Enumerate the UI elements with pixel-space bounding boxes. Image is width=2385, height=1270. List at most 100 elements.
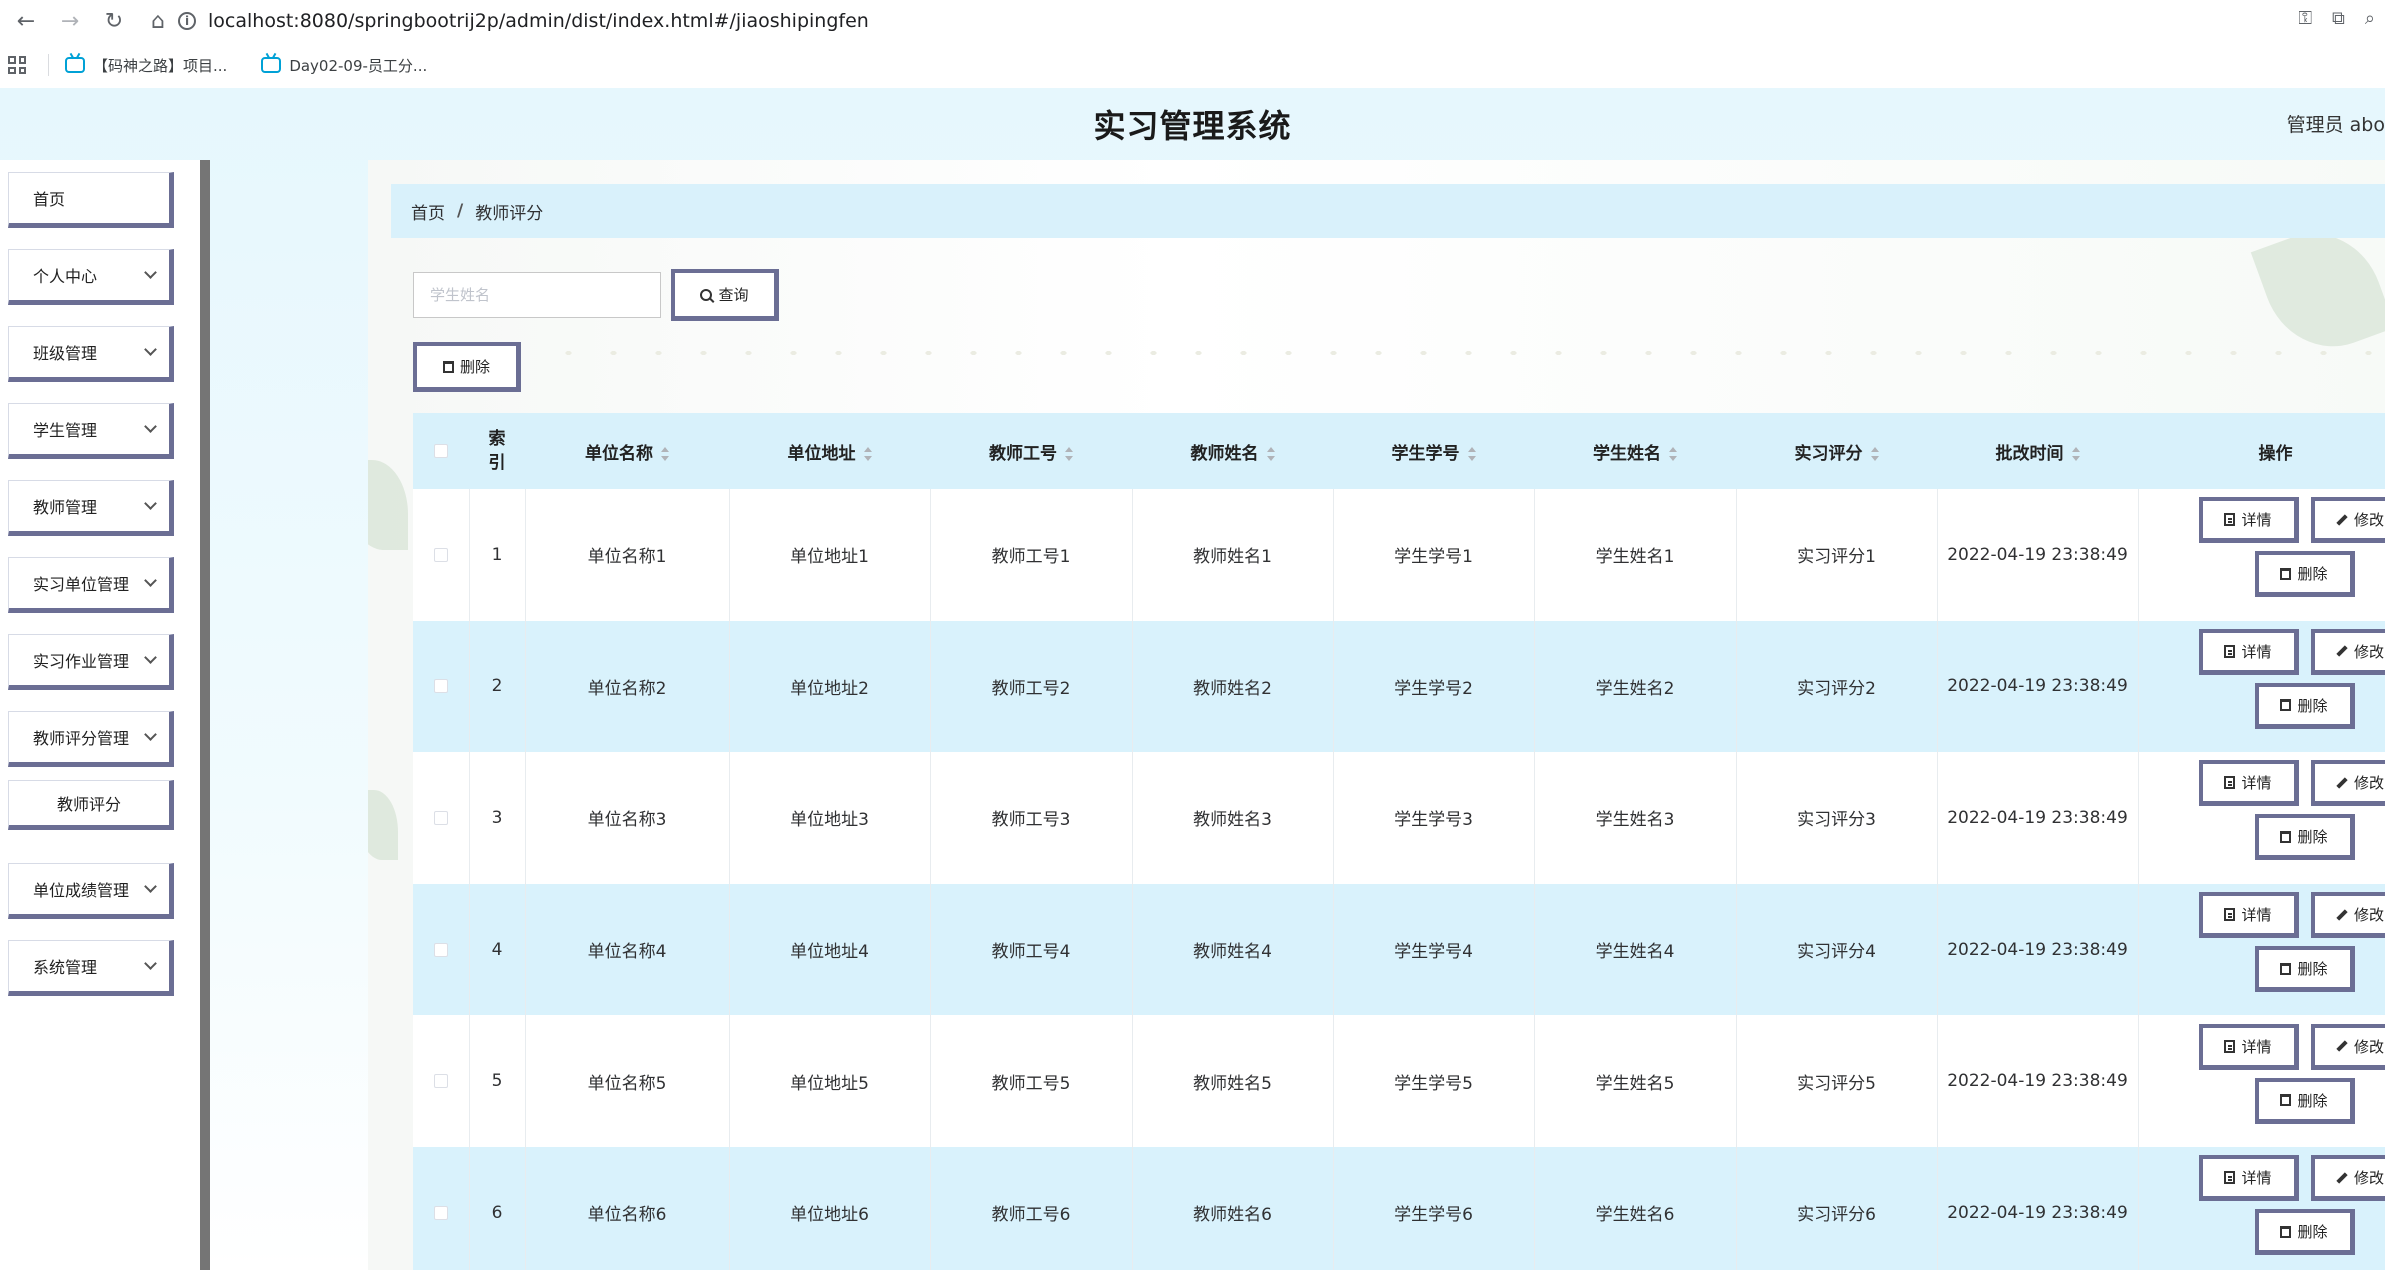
bookmark-item[interactable]: 【码神之路】项目... [65, 55, 227, 76]
row-checkbox[interactable] [433, 547, 448, 562]
row-checkbox[interactable] [433, 1074, 448, 1089]
bookmark-item[interactable]: Day02-09-员工分... [261, 55, 427, 76]
sidebar-item-personal-center[interactable]: 个人中心 [8, 249, 174, 305]
row-checkbox[interactable] [433, 679, 448, 694]
edit-button[interactable]: 修改 [2310, 497, 2385, 544]
sidebar-item-system-management[interactable]: 系统管理 [8, 940, 174, 996]
sidebar-item-teacher-score-management[interactable]: 教师评分管理 [8, 711, 174, 767]
search-button[interactable]: 查询 [671, 269, 779, 321]
edit-button[interactable]: 修改 [2310, 1155, 2385, 1202]
detail-button[interactable]: 详情 [2198, 892, 2299, 939]
edit-button[interactable]: 修改 [2310, 628, 2385, 675]
home-icon[interactable]: ⌂ [140, 3, 176, 39]
table-row[interactable]: 2 单位名称2 单位地址2 教师工号2 教师姓名2 学生学号2 学生姓名2 实习评分2 2022… [413, 620, 2385, 753]
column-header-unit-name[interactable]: 单位名称 [525, 413, 729, 489]
address-bar[interactable]: i localhost:8080/springbootrij2p/admin/d… [178, 4, 869, 38]
breadcrumb-home[interactable]: 首页 [411, 199, 445, 224]
row-select-cell[interactable] [413, 620, 470, 753]
column-header-score[interactable]: 实习评分 [1736, 413, 1937, 489]
cell-student-no: 学生学号6 [1333, 1146, 1535, 1270]
detail-button[interactable]: 详情 [2198, 628, 2299, 675]
zoom-icon[interactable]: ⌕ [2365, 8, 2375, 29]
edit-button[interactable]: 修改 [2310, 1023, 2385, 1070]
table-row[interactable]: 4 单位名称4 单位地址4 教师工号4 教师姓名4 学生学号4 学生姓名4 实习评分4 2022… [413, 883, 2385, 1016]
row-select-cell[interactable] [413, 489, 470, 621]
bookmark-label: 【码神之路】项目... [93, 56, 228, 75]
cell-student-name: 学生姓名2 [1534, 620, 1737, 753]
url-text[interactable]: localhost:8080/springbootrij2p/admin/dis… [208, 10, 869, 32]
select-all-cell[interactable] [413, 413, 469, 489]
column-header-teacher-no[interactable]: 教师工号 [930, 413, 1132, 489]
column-header-teacher-name[interactable]: 教师姓名 [1132, 413, 1333, 489]
apps-grid-icon[interactable] [8, 56, 26, 74]
reload-icon[interactable]: ↻ [96, 3, 132, 39]
detail-button[interactable]: 详情 [2198, 497, 2299, 544]
row-delete-button[interactable]: 删除 [2254, 1077, 2355, 1124]
column-header-unit-address[interactable]: 单位地址 [729, 413, 930, 489]
row-select-cell[interactable] [413, 883, 470, 1016]
row-delete-button[interactable]: 删除 [2254, 1209, 2355, 1256]
sort-icon[interactable] [1065, 446, 1073, 461]
row-delete-button[interactable]: 删除 [2254, 551, 2355, 598]
table-row[interactable]: 3 单位名称3 单位地址3 教师工号3 教师姓名3 学生学号3 学生姓名3 实习评分3 2022… [413, 752, 2385, 884]
edit-button[interactable]: 修改 [2310, 892, 2385, 939]
row-checkbox[interactable] [433, 942, 448, 957]
detail-button[interactable]: 详情 [2198, 1155, 2299, 1202]
edit-button-label: 修改 [2353, 642, 2384, 661]
cell-teacher-name: 教师姓名3 [1132, 752, 1334, 884]
row-select-cell[interactable] [413, 1146, 470, 1270]
app-header: 实习管理系统 管理员 abo [0, 88, 2385, 160]
detail-button[interactable]: 详情 [2198, 760, 2299, 807]
sort-icon[interactable] [661, 446, 669, 461]
row-delete-button[interactable]: 删除 [2254, 946, 2355, 993]
sort-icon[interactable] [1467, 446, 1476, 461]
cell-time: 2022-04-19 23:38:49 [1937, 1146, 2139, 1270]
row-checkbox[interactable] [433, 1205, 448, 1220]
forward-icon[interactable]: → [52, 3, 88, 39]
sidebar: 首页 个人中心 班级管理 学生管理 教师管理 实习单位管理 实习作业管理 教师评… [0, 160, 210, 1270]
sidebar-item-class-management[interactable]: 班级管理 [8, 326, 174, 382]
cell-unit-name: 单位名称5 [525, 1015, 730, 1147]
sidebar-item-label: 教师管理 [33, 498, 98, 517]
translate-icon[interactable]: ⧉ [2332, 8, 2345, 29]
sort-icon[interactable] [1870, 446, 1879, 461]
trash-icon [442, 360, 454, 373]
sort-icon[interactable] [1669, 446, 1677, 461]
row-select-cell[interactable] [413, 1015, 470, 1147]
table-row[interactable]: 6 单位名称6 单位地址6 教师工号6 教师姓名6 学生学号6 学生姓名6 实习评分6 2022… [413, 1146, 2385, 1270]
row-checkbox[interactable] [433, 810, 448, 825]
sort-icon[interactable] [1266, 446, 1275, 461]
column-header-student-name[interactable]: 学生姓名 [1534, 413, 1736, 489]
sidebar-item-unit-grade-management[interactable]: 单位成绩管理 [8, 863, 174, 919]
sidebar-item-internship-unit-management[interactable]: 实习单位管理 [8, 557, 174, 613]
batch-delete-button[interactable]: 删除 [413, 342, 521, 392]
sort-icon[interactable] [2071, 446, 2080, 461]
sidebar-item-label: 学生管理 [33, 421, 98, 440]
sidebar-item-homework-management[interactable]: 实习作业管理 [8, 634, 174, 690]
row-delete-button[interactable]: 删除 [2254, 814, 2355, 861]
table-row[interactable]: 5 单位名称5 单位地址5 教师工号5 教师姓名5 学生学号5 学生姓名5 实习评分5 2022… [413, 1015, 2385, 1147]
table-row[interactable]: 1 单位名称1 单位地址1 教师工号1 教师姓名1 学生学号1 学生姓名1 实习评分1 2022… [413, 489, 2385, 621]
sort-icon[interactable] [863, 446, 872, 461]
sidebar-item-student-management[interactable]: 学生管理 [8, 403, 174, 459]
edit-button[interactable]: 修改 [2310, 760, 2385, 807]
key-icon[interactable]: ⚿ [2298, 8, 2312, 29]
site-info-icon[interactable]: i [178, 12, 196, 30]
row-actions-cell: 详情 修改删除 [2138, 883, 2385, 1016]
row-select-cell[interactable] [413, 752, 470, 884]
row-delete-button[interactable]: 删除 [2254, 682, 2355, 729]
trash-icon [2280, 830, 2292, 843]
sidebar-subitem-teacher-score[interactable]: 教师评分 [8, 780, 174, 830]
select-all-checkbox[interactable] [434, 444, 448, 458]
current-user[interactable]: 管理员 abo [2287, 110, 2385, 137]
column-header-time[interactable]: 批改时间 [1937, 413, 2138, 489]
cell-student-no: 学生学号3 [1333, 752, 1535, 884]
cell-index: 3 [469, 752, 526, 884]
sidebar-item-teacher-management[interactable]: 教师管理 [8, 480, 174, 536]
column-header-student-no[interactable]: 学生学号 [1333, 413, 1534, 489]
student-name-search-input[interactable] [413, 272, 661, 318]
cell-teacher-name: 教师姓名1 [1132, 489, 1334, 621]
sidebar-item-home[interactable]: 首页 [8, 172, 174, 228]
detail-button[interactable]: 详情 [2198, 1023, 2299, 1070]
back-icon[interactable]: ← [8, 3, 44, 39]
